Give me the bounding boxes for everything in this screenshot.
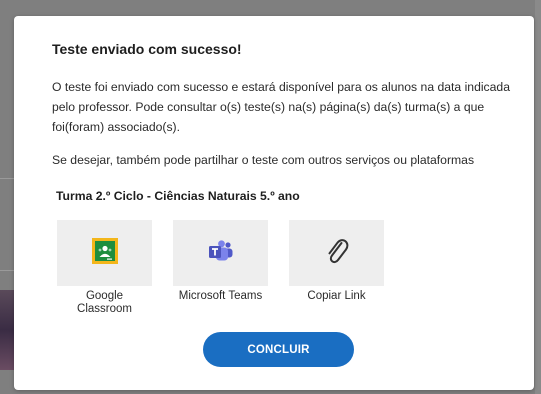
share-microsoft-teams-button[interactable]: Microsoft Teams (173, 220, 268, 303)
conclude-button[interactable]: CONCLUIR (203, 332, 354, 367)
background-image-fragment (0, 290, 14, 370)
share-option-label: Microsoft Teams (178, 290, 263, 302)
dialog-title: Teste enviado com sucesso! (52, 41, 242, 57)
share-option-label: Copiar Link (307, 290, 366, 302)
class-name: Turma 2.º Ciclo - Ciências Naturais 5.º … (56, 189, 300, 203)
copy-link-button[interactable]: Copiar Link (289, 220, 384, 303)
copy-link-tile[interactable] (289, 220, 384, 286)
background-scrollbar (535, 0, 541, 394)
share-option-label: Google Classroom (77, 290, 132, 315)
share-google-classroom-button[interactable]: Google Classroom (57, 220, 152, 316)
background-divider (0, 178, 14, 179)
google-classroom-icon (91, 237, 118, 269)
microsoft-teams-tile[interactable] (173, 220, 268, 286)
background-divider (0, 270, 14, 271)
share-prompt: Se desejar, também pode partilhar o test… (52, 153, 475, 167)
dialog-message: O teste foi enviado com sucesso e estará… (52, 80, 510, 134)
google-classroom-tile[interactable] (57, 220, 152, 286)
share-dialog: Teste enviado com sucesso! O teste foi e… (14, 16, 534, 390)
paperclip-icon (324, 236, 350, 271)
microsoft-teams-icon (208, 239, 234, 267)
